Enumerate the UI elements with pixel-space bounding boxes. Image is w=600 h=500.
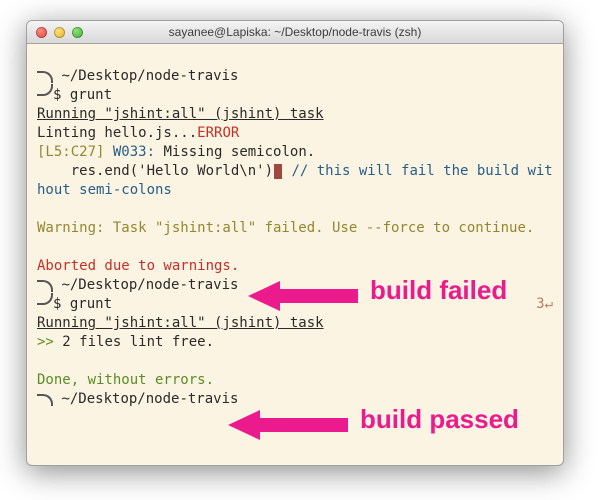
ok-text: 2 files lint free. <box>62 334 214 350</box>
lint-message: Missing semicolon. <box>163 144 315 160</box>
command: grunt <box>70 87 112 103</box>
annotation-passed: build passed <box>360 404 519 435</box>
arrow-icon <box>228 408 348 438</box>
terminal-content[interactable]: ~/Desktop/node-travis $ grunt Running "j… <box>27 44 563 465</box>
lint-code: W033: <box>113 144 155 160</box>
warning-label: Warning: <box>37 220 113 236</box>
cwd: ~/Desktop/node-travis <box>61 277 238 293</box>
error-tag: ERROR <box>197 125 239 141</box>
done-line: Done, without errors. <box>37 372 214 388</box>
prompt-arc-icon <box>37 394 53 406</box>
cwd: ~/Desktop/node-travis <box>61 68 238 84</box>
source-line: res.end('Hello World\n') <box>37 163 273 179</box>
annotation-failed: build failed <box>370 275 507 306</box>
prompt-arc-icon <box>37 84 53 96</box>
window-title: sayanee@Lapiska: ~/Desktop/node-travis (… <box>27 25 563 39</box>
lint-location: [L5:C27] <box>37 144 104 160</box>
ok-marker: >> <box>37 334 62 350</box>
prompt-char: $ <box>53 296 61 312</box>
task-heading: Running "jshint:all" (jshint) task <box>37 315 324 331</box>
prompt-arc-icon <box>37 71 53 83</box>
return-icon: ↵ <box>545 295 553 314</box>
task-heading: Running "jshint:all" (jshint) task <box>37 106 324 122</box>
exit-code: 3 <box>536 295 544 314</box>
prompt-char: $ <box>53 87 61 103</box>
prompt-arc-icon <box>37 280 53 292</box>
prompt-arc-icon <box>37 293 53 305</box>
aborted-line: Aborted due to warnings. <box>37 258 239 274</box>
warning-text: Task "jshint:all" failed. Use --force to… <box>113 220 534 236</box>
lint-line: Linting hello.js... <box>37 125 197 141</box>
command: grunt <box>70 296 112 312</box>
titlebar: sayanee@Lapiska: ~/Desktop/node-travis (… <box>27 21 563 44</box>
arrow-icon <box>248 279 358 309</box>
cursor-icon <box>274 164 282 179</box>
cwd: ~/Desktop/node-travis <box>61 391 238 407</box>
terminal-window: sayanee@Lapiska: ~/Desktop/node-travis (… <box>26 20 564 466</box>
